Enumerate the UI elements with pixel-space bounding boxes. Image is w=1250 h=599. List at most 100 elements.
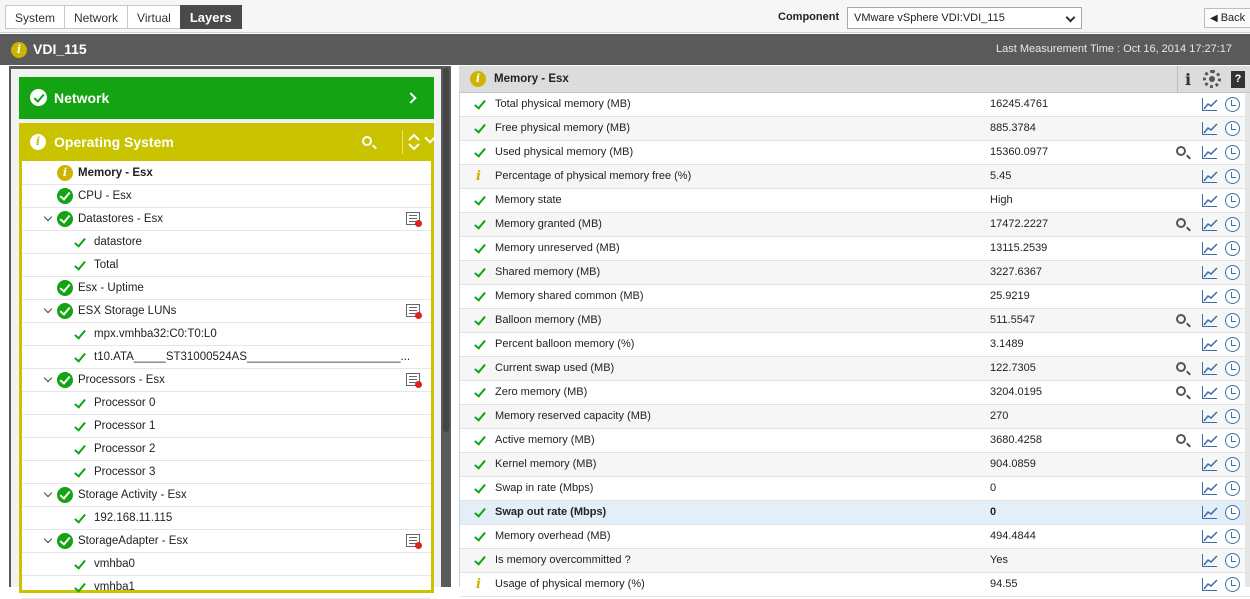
- detailed-diagnosis-icon[interactable]: [1176, 386, 1186, 396]
- metrics-scrollbar[interactable]: [1245, 93, 1250, 587]
- tree-item[interactable]: Processor 3: [22, 461, 431, 484]
- tree-item[interactable]: Processor 0: [22, 392, 431, 415]
- table-row[interactable]: Shared memory (MB) 3227.6367: [460, 261, 1250, 285]
- history-icon[interactable]: [1225, 457, 1240, 472]
- expand-chevron-icon[interactable]: [43, 373, 53, 383]
- graph-icon[interactable]: [1202, 410, 1218, 423]
- table-row[interactable]: Balloon memory (MB) 511.5547: [460, 309, 1250, 333]
- table-row[interactable]: Memory shared common (MB) 25.9219: [460, 285, 1250, 309]
- history-icon[interactable]: [1225, 409, 1240, 424]
- detailed-diagnosis-icon[interactable]: [1176, 146, 1186, 156]
- tree-item[interactable]: Datastores - Esx: [22, 208, 431, 231]
- detailed-diagnosis-icon[interactable]: [1176, 218, 1186, 228]
- tab-network[interactable]: Network: [64, 5, 128, 29]
- graph-icon[interactable]: [1202, 194, 1218, 207]
- history-icon[interactable]: [1225, 361, 1240, 376]
- graph-icon[interactable]: [1202, 218, 1218, 231]
- gear-icon[interactable]: [1203, 70, 1221, 88]
- table-row[interactable]: Active memory (MB) 3680.4258: [460, 429, 1250, 453]
- table-row[interactable]: Swap out rate (Mbps) 0: [460, 501, 1250, 525]
- expand-chevron-icon[interactable]: [43, 534, 53, 544]
- tab-virtual[interactable]: Virtual: [127, 5, 180, 29]
- history-icon[interactable]: [1225, 553, 1240, 568]
- table-row[interactable]: Used physical memory (MB) 15360.0977: [460, 141, 1250, 165]
- detailed-diagnosis-icon[interactable]: [1176, 362, 1186, 372]
- expand-chevron-icon[interactable]: [43, 488, 53, 498]
- table-row[interactable]: Memory granted (MB) 17472.2227: [460, 213, 1250, 237]
- table-row[interactable]: Percent balloon memory (%) 3.1489: [460, 333, 1250, 357]
- table-row[interactable]: Swap in rate (Mbps) 0: [460, 477, 1250, 501]
- graph-icon[interactable]: [1202, 578, 1218, 591]
- component-select[interactable]: VMware vSphere VDI:VDI_115: [847, 7, 1082, 29]
- history-icon[interactable]: [1225, 265, 1240, 280]
- graph-icon[interactable]: [1202, 386, 1218, 399]
- history-icon[interactable]: [1225, 217, 1240, 232]
- back-button[interactable]: ◀ Back: [1204, 8, 1250, 28]
- graph-icon[interactable]: [1202, 530, 1218, 543]
- table-row[interactable]: Memory unreserved (MB) 13115.2539: [460, 237, 1250, 261]
- history-icon[interactable]: [1225, 241, 1240, 256]
- graph-icon[interactable]: [1202, 122, 1218, 135]
- table-row[interactable]: Memory overhead (MB) 494.4844: [460, 525, 1250, 549]
- graph-icon[interactable]: [1202, 242, 1218, 255]
- table-row[interactable]: Memory state High: [460, 189, 1250, 213]
- help-icon[interactable]: ?: [1231, 71, 1245, 88]
- tree-item[interactable]: vmhba0: [22, 553, 431, 576]
- graph-icon[interactable]: [1202, 506, 1218, 519]
- detailed-diagnosis-icon[interactable]: [1176, 314, 1186, 324]
- report-icon[interactable]: [406, 304, 422, 319]
- graph-icon[interactable]: [1202, 554, 1218, 567]
- table-row[interactable]: Zero memory (MB) 3204.0195: [460, 381, 1250, 405]
- table-row[interactable]: Is memory overcommitted ? Yes: [460, 549, 1250, 573]
- history-icon[interactable]: [1225, 145, 1240, 160]
- table-row[interactable]: Kernel memory (MB) 904.0859: [460, 453, 1250, 477]
- history-icon[interactable]: [1225, 313, 1240, 328]
- history-icon[interactable]: [1225, 337, 1240, 352]
- collapse-icon[interactable]: [424, 132, 436, 144]
- graph-icon[interactable]: [1202, 266, 1218, 279]
- tree-item[interactable]: Esx - Uptime: [22, 277, 431, 300]
- table-row[interactable]: Memory reserved capacity (MB) 270: [460, 405, 1250, 429]
- graph-icon[interactable]: [1202, 98, 1218, 111]
- tab-layers[interactable]: Layers: [179, 5, 242, 29]
- sort-icon[interactable]: [407, 132, 421, 152]
- tree-item[interactable]: datastore: [22, 231, 431, 254]
- table-row[interactable]: i Percentage of physical memory free (%) 5…: [460, 165, 1250, 189]
- tree-item[interactable]: Processor 2: [22, 438, 431, 461]
- expand-chevron-icon[interactable]: [43, 212, 53, 222]
- detailed-diagnosis-icon[interactable]: [1176, 434, 1186, 444]
- table-row[interactable]: Current swap used (MB) 122.7305: [460, 357, 1250, 381]
- report-icon[interactable]: [406, 212, 422, 227]
- report-icon[interactable]: [406, 534, 422, 549]
- history-icon[interactable]: [1225, 385, 1240, 400]
- graph-icon[interactable]: [1202, 338, 1218, 351]
- layer-network[interactable]: Network: [19, 77, 434, 119]
- history-icon[interactable]: [1225, 577, 1240, 592]
- graph-icon[interactable]: [1202, 290, 1218, 303]
- history-icon[interactable]: [1225, 529, 1240, 544]
- table-row[interactable]: i Usage of physical memory (%) 94.55: [460, 573, 1250, 597]
- graph-icon[interactable]: [1202, 314, 1218, 327]
- history-icon[interactable]: [1225, 97, 1240, 112]
- tree-item[interactable]: vmhba1: [22, 576, 431, 599]
- history-icon[interactable]: [1225, 433, 1240, 448]
- tab-system[interactable]: System: [5, 5, 65, 29]
- table-row[interactable]: Free physical memory (MB) 885.3784: [460, 117, 1250, 141]
- history-icon[interactable]: [1225, 121, 1240, 136]
- graph-icon[interactable]: [1202, 458, 1218, 471]
- tree-item[interactable]: i Memory - Esx: [22, 162, 431, 185]
- tree-item[interactable]: 192.168.11.115: [22, 507, 431, 530]
- chevron-right-icon[interactable]: [405, 92, 417, 104]
- history-icon[interactable]: [1225, 481, 1240, 496]
- tree-item[interactable]: StorageAdapter - Esx: [22, 530, 431, 553]
- tree-item[interactable]: Processors - Esx: [22, 369, 431, 392]
- history-icon[interactable]: [1225, 505, 1240, 520]
- history-icon[interactable]: [1225, 193, 1240, 208]
- graph-icon[interactable]: [1202, 146, 1218, 159]
- tree-item[interactable]: ESX Storage LUNs: [22, 300, 431, 323]
- expand-chevron-icon[interactable]: [43, 304, 53, 314]
- graph-icon[interactable]: [1202, 362, 1218, 375]
- tree-item[interactable]: CPU - Esx: [22, 185, 431, 208]
- graph-icon[interactable]: [1202, 482, 1218, 495]
- tree-item[interactable]: t10.ATA_____ST31000524AS________________…: [22, 346, 431, 369]
